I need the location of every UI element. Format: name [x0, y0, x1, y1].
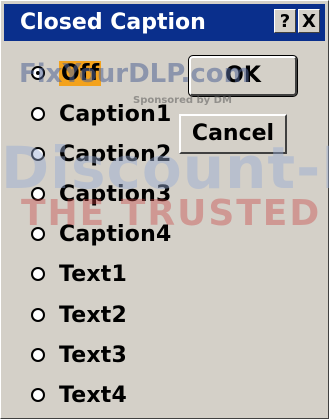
radio-option-off[interactable]: Off	[31, 56, 102, 90]
option-label: Off	[59, 60, 102, 86]
radio-option-text3[interactable]: Text3	[31, 338, 127, 372]
radio-icon[interactable]	[31, 388, 45, 402]
radio-option-text4[interactable]: Text4	[31, 378, 127, 412]
radio-option-caption4[interactable]: Caption4	[31, 217, 171, 251]
title-bar[interactable]: Closed Caption ? X	[4, 4, 325, 41]
radio-icon[interactable]	[31, 267, 45, 281]
option-label: Text3	[59, 342, 128, 368]
option-label: Caption4	[59, 221, 172, 247]
radio-option-caption1[interactable]: Caption1	[31, 97, 171, 131]
option-label: Caption2	[59, 141, 172, 167]
help-button[interactable]: ?	[274, 9, 296, 33]
radio-icon[interactable]	[31, 308, 45, 322]
radio-option-text2[interactable]: Text2	[31, 298, 127, 332]
cancel-button[interactable]: Cancel	[179, 114, 287, 154]
option-label: Text4	[59, 382, 128, 408]
close-button[interactable]: X	[298, 9, 320, 33]
radio-option-caption3[interactable]: Caption3	[31, 177, 171, 211]
radio-icon[interactable]	[31, 227, 45, 241]
radio-option-caption2[interactable]: Caption2	[31, 137, 171, 171]
option-label: Text1	[59, 261, 128, 287]
dialog-title: Closed Caption	[20, 10, 206, 35]
ok-button[interactable]: OK	[188, 55, 298, 97]
radio-icon[interactable]	[31, 348, 45, 362]
radio-icon[interactable]	[31, 107, 45, 121]
option-label: Caption3	[59, 181, 172, 207]
closed-caption-dialog: Closed Caption ? X Off Caption1 Caption2…	[0, 0, 329, 419]
option-label: Text2	[59, 302, 128, 328]
option-label: Caption1	[59, 101, 172, 127]
radio-icon[interactable]	[31, 66, 45, 80]
radio-icon[interactable]	[31, 187, 45, 201]
radio-option-text1[interactable]: Text1	[31, 257, 127, 291]
radio-icon[interactable]	[31, 147, 45, 161]
